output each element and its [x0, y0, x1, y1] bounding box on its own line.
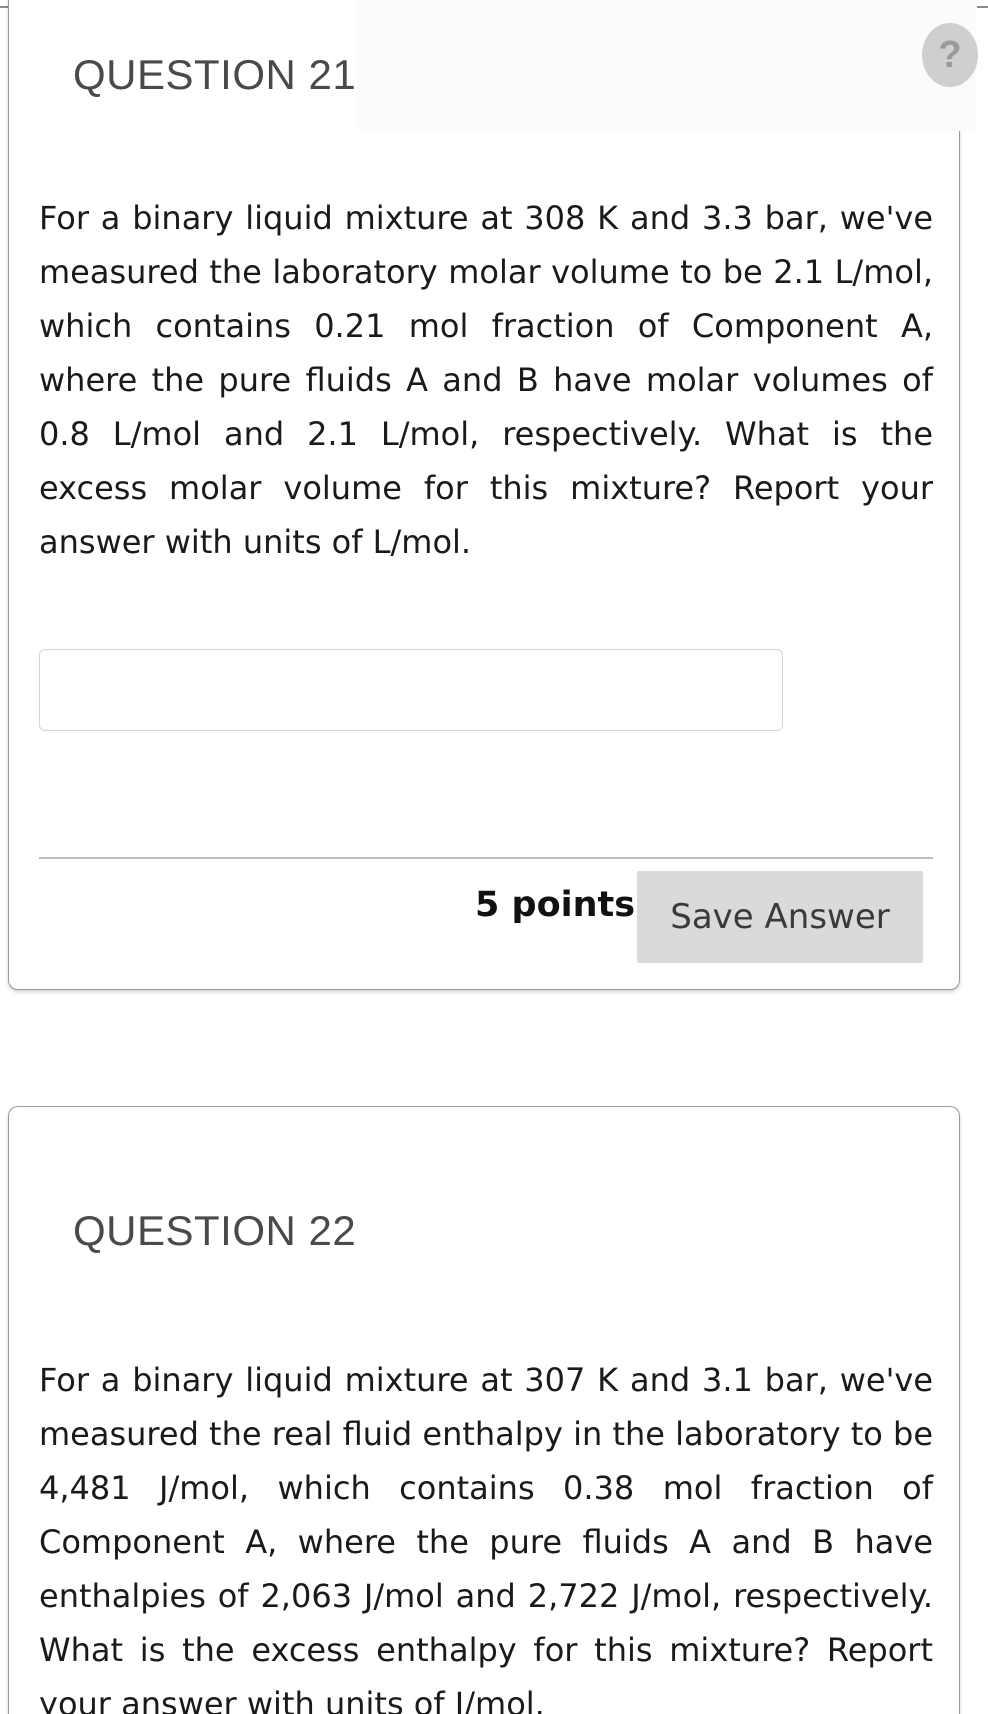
question-text: For a binary liquid mixture at 307 K and… [39, 1361, 933, 1714]
question-card-22: QUESTION 22 For a binary liquid mixture … [8, 1106, 960, 1714]
answer-input[interactable] [39, 649, 783, 731]
save-answer-button[interactable]: Save Answer [637, 871, 923, 963]
quiz-page: QUESTION 21 ? For a binary liquid mixtur… [0, 0, 988, 1714]
question-text: For a binary liquid mixture at 308 K and… [39, 199, 933, 561]
question-header-area [357, 0, 977, 131]
question-title: QUESTION 21 [73, 51, 357, 98]
question-title: QUESTION 22 [73, 1207, 357, 1254]
points-label: 5 points [475, 885, 636, 925]
divider [39, 857, 933, 859]
question-card-21: QUESTION 21 ? For a binary liquid mixtur… [8, 0, 978, 990]
help-icon[interactable]: ? [922, 23, 978, 87]
